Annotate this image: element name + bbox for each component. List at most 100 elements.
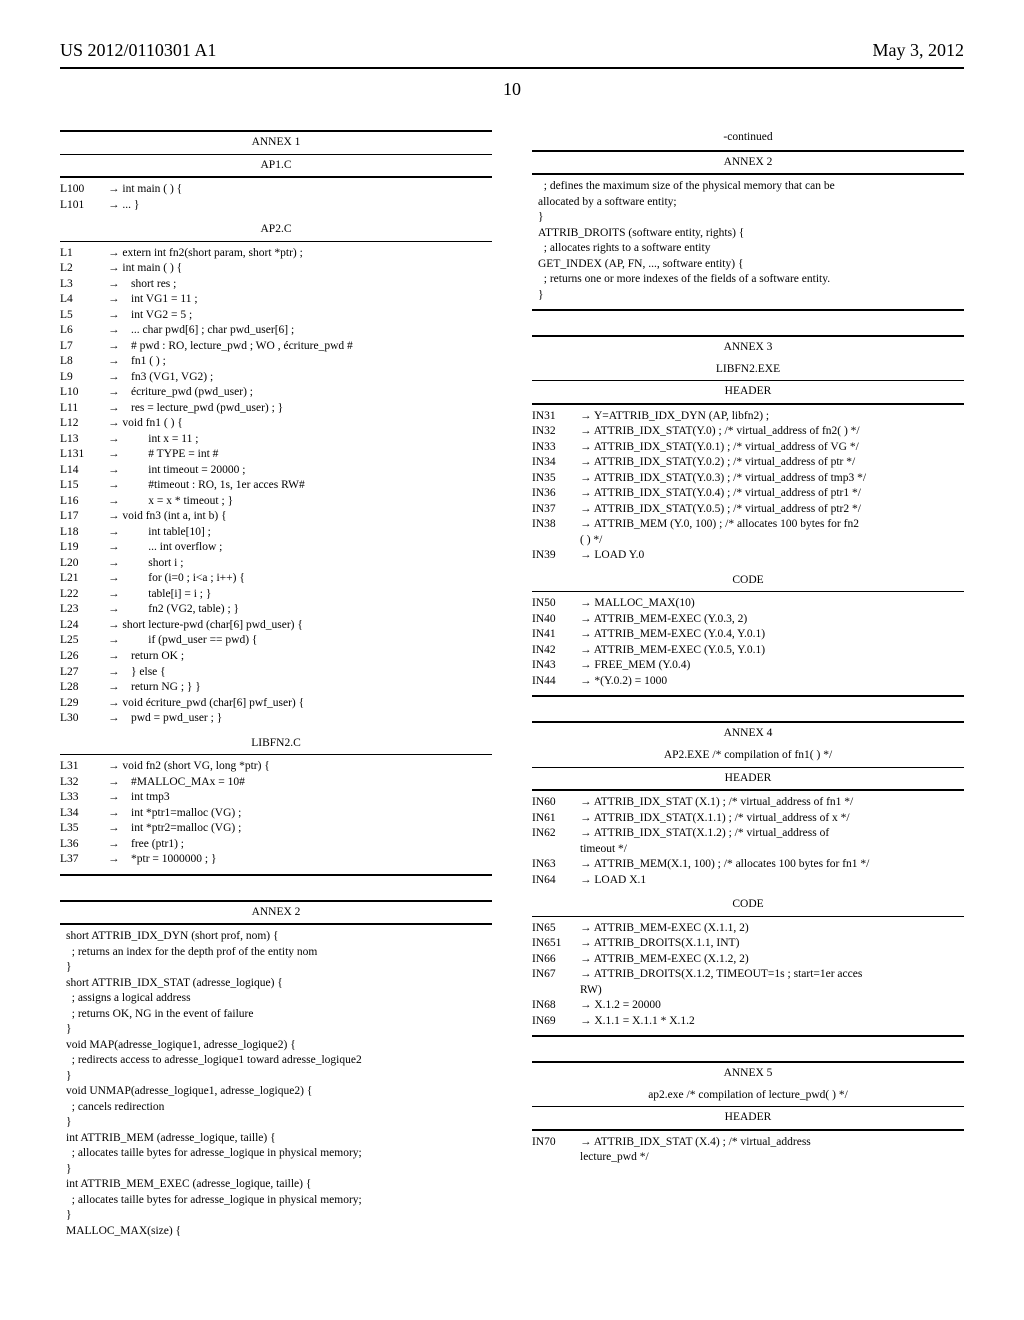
line-code: → int *ptr1=malloc (VG) ; — [108, 806, 492, 822]
code-line: L4→ int VG1 = 11 ; — [60, 292, 492, 308]
line-code: → return NG ; } } — [108, 680, 492, 696]
code-line: IN43→ FREE_MEM (Y.0.4) — [532, 658, 964, 674]
line-code: → int VG1 = 11 ; — [108, 292, 492, 308]
code-line: L15→ #timeout : RO, 1s, 1er acces RW# — [60, 478, 492, 494]
line-code: → if (pwd_user == pwd) { — [108, 633, 492, 649]
code-line: L16→ x = x * timeout ; } — [60, 494, 492, 510]
line-label: L19 — [60, 540, 108, 556]
annex-4-sub: AP2.EXE /* compilation of fn1( ) */ — [532, 745, 964, 767]
line-code: → X.1.1 = X.1.1 * X.1.2 — [580, 1014, 964, 1030]
code-line: L13→ int x = 11 ; — [60, 432, 492, 448]
line-label: L33 — [60, 790, 108, 806]
line-label: L9 — [60, 370, 108, 386]
code-line: L14→ int timeout = 20000 ; — [60, 463, 492, 479]
line-label: IN36 — [532, 486, 580, 502]
line-code: → ATTRIB_MEM (Y.0, 100) ; /* allocates 1… — [580, 517, 964, 548]
line-code: → ATTRIB_IDX_STAT(Y.0.3) ; /* virtual_ad… — [580, 471, 964, 487]
left-column: ANNEX 1 AP1.C L100→ int main ( ) {L101→ … — [60, 130, 492, 1270]
line-label: L6 — [60, 323, 108, 339]
line-label: IN70 — [532, 1135, 580, 1151]
line-code: → ATTRIB_MEM(X.1, 100) ; /* allocates 10… — [580, 857, 964, 873]
annex-4-title: ANNEX 4 — [532, 723, 964, 745]
code-line: L12→ void fn1 ( ) { — [60, 416, 492, 432]
line-label: IN61 — [532, 811, 580, 827]
annex-1-code-ap2: L1→ extern int fn2(short param, short *p… — [60, 242, 492, 733]
annex-5-sub: ap2.exe /* compilation of lecture_pwd( )… — [532, 1085, 964, 1107]
annex-4-header-code: IN60→ ATTRIB_IDX_STAT (X.1) ; /* virtual… — [532, 791, 964, 894]
code-line: L5→ int VG2 = 5 ; — [60, 308, 492, 324]
code-line: L18→ int table[10] ; — [60, 525, 492, 541]
code-line: L33→ int tmp3 — [60, 790, 492, 806]
line-code: → void fn1 ( ) { — [108, 416, 492, 432]
line-label: L2 — [60, 261, 108, 277]
line-code: → int table[10] ; — [108, 525, 492, 541]
line-code: → fn3 (VG1, VG2) ; — [108, 370, 492, 386]
code-line: IN64→ LOAD X.1 — [532, 873, 964, 889]
code-line: IN67→ ATTRIB_DROITS(X.1.2, TIMEOUT=1s ; … — [532, 967, 964, 998]
line-label: L17 — [60, 509, 108, 525]
code-line: L6→ ... char pwd[6] ; char pwd_user[6] ; — [60, 323, 492, 339]
code-line: L27→ } else { — [60, 665, 492, 681]
line-code: → ATTRIB_MEM-EXEC (X.1.2, 2) — [580, 952, 964, 968]
line-code: → fn1 ( ) ; — [108, 354, 492, 370]
code-line: IN66→ ATTRIB_MEM-EXEC (X.1.2, 2) — [532, 952, 964, 968]
line-code: → ATTRIB_IDX_STAT(Y.0) ; /* virtual_addr… — [580, 424, 964, 440]
line-code: → ATTRIB_MEM-EXEC (X.1.1, 2) — [580, 921, 964, 937]
code-line: IN69→ X.1.1 = X.1.1 * X.1.2 — [532, 1014, 964, 1030]
annex-3-code-code: IN50→ MALLOC_MAX(10)IN40→ ATTRIB_MEM-EXE… — [532, 592, 964, 695]
line-code: → ... char pwd[6] ; char pwd_user[6] ; — [108, 323, 492, 339]
line-label: L34 — [60, 806, 108, 822]
code-line: L30→ pwd = pwd_user ; } — [60, 711, 492, 727]
annex-1-code-libfn2: L31→ void fn2 (short VG, long *ptr) {L32… — [60, 755, 492, 874]
line-code: → ATTRIB_MEM-EXEC (Y.0.4, Y.0.1) — [580, 627, 964, 643]
code-line: L32→ #MALLOC_MAx = 10# — [60, 775, 492, 791]
code-line: IN39→ LOAD Y.0 — [532, 548, 964, 564]
page-number: 10 — [60, 79, 964, 100]
code-line: L17→ void fn3 (int a, int b) { — [60, 509, 492, 525]
line-label: L27 — [60, 665, 108, 681]
code-line: IN40→ ATTRIB_MEM-EXEC (Y.0.3, 2) — [532, 612, 964, 628]
publication-date: May 3, 2012 — [873, 40, 965, 61]
line-code: → ... } — [108, 198, 492, 214]
annex-1-code-ap1: L100→ int main ( ) {L101→ ... } — [60, 178, 492, 219]
line-code: → void écriture_pwd (char[6] pwf_user) { — [108, 696, 492, 712]
line-label: L4 — [60, 292, 108, 308]
line-label: L32 — [60, 775, 108, 791]
line-label: IN44 — [532, 674, 580, 690]
annex-2-title: ANNEX 2 — [60, 902, 492, 924]
line-code: → short i ; — [108, 556, 492, 572]
line-label: L131 — [60, 447, 108, 463]
line-label: L30 — [60, 711, 108, 727]
publication-number: US 2012/0110301 A1 — [60, 40, 216, 61]
line-code: → int x = 11 ; — [108, 432, 492, 448]
code-line: IN34→ ATTRIB_IDX_STAT(Y.0.2) ; /* virtua… — [532, 455, 964, 471]
annex-3-header-code: IN31→ Y=ATTRIB_IDX_DYN (AP, libfn2) ;IN3… — [532, 405, 964, 570]
line-label: L37 — [60, 852, 108, 868]
code-line: IN62→ ATTRIB_IDX_STAT(X.1.2) ; /* virtua… — [532, 826, 964, 857]
line-label: L24 — [60, 618, 108, 634]
line-label: IN66 — [532, 952, 580, 968]
line-label: IN40 — [532, 612, 580, 628]
annex-5-title: ANNEX 5 — [532, 1063, 964, 1085]
page-header: US 2012/0110301 A1 May 3, 2012 — [60, 40, 964, 69]
line-code: → ATTRIB_IDX_STAT(Y.0.4) ; /* virtual_ad… — [580, 486, 964, 502]
line-label: L12 — [60, 416, 108, 432]
line-label: IN64 — [532, 873, 580, 889]
line-code: → # TYPE = int # — [108, 447, 492, 463]
line-label: IN42 — [532, 643, 580, 659]
annex-4-code-label: CODE — [532, 894, 964, 916]
line-code: → # pwd : RO, lecture_pwd ; WO , écritur… — [108, 339, 492, 355]
code-line: L19→ ... int overflow ; — [60, 540, 492, 556]
annex-4-header-label: HEADER — [532, 768, 964, 790]
annex-3-header-label: HEADER — [532, 381, 964, 403]
line-label: IN33 — [532, 440, 580, 456]
line-label: L14 — [60, 463, 108, 479]
line-label: L16 — [60, 494, 108, 510]
code-line: IN35→ ATTRIB_IDX_STAT(Y.0.3) ; /* virtua… — [532, 471, 964, 487]
code-line: L31→ void fn2 (short VG, long *ptr) { — [60, 759, 492, 775]
code-line: IN41→ ATTRIB_MEM-EXEC (Y.0.4, Y.0.1) — [532, 627, 964, 643]
line-code: → int VG2 = 5 ; — [108, 308, 492, 324]
code-line: IN33→ ATTRIB_IDX_STAT(Y.0.1) ; /* virtua… — [532, 440, 964, 456]
code-line: IN32→ ATTRIB_IDX_STAT(Y.0) ; /* virtual_… — [532, 424, 964, 440]
line-code: → } else { — [108, 665, 492, 681]
